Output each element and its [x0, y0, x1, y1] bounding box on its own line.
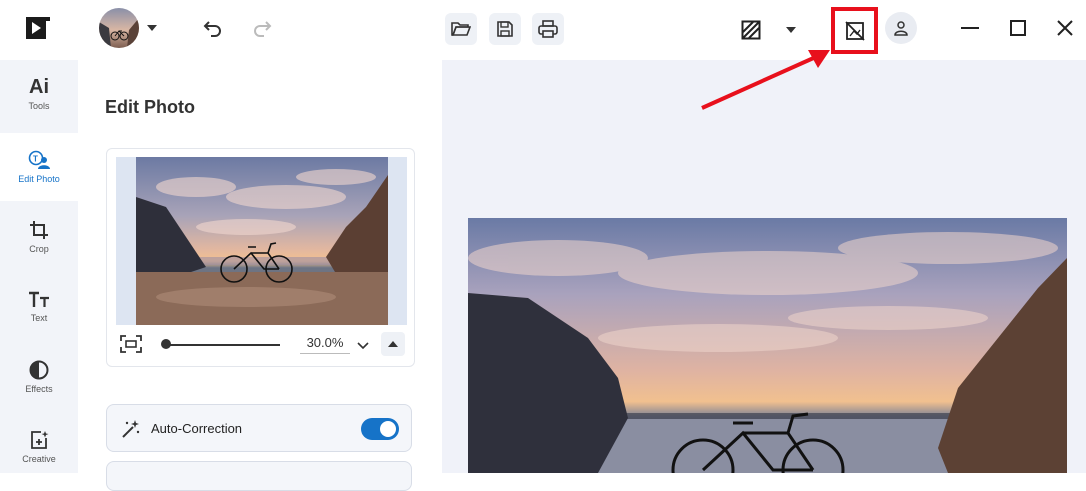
zoom-value[interactable]: 30.0% — [300, 335, 350, 354]
rail-item-label: Effects — [25, 384, 53, 394]
ai-icon: Ai — [29, 76, 49, 98]
auto-correction-toggle[interactable] — [361, 418, 399, 440]
user-icon[interactable] — [885, 12, 917, 44]
rail-item-label: Edit Photo — [18, 174, 60, 184]
rail-item-tools[interactable]: Ai Tools — [0, 60, 78, 128]
effects-icon — [29, 360, 49, 380]
annotation-arrow — [701, 50, 830, 110]
rail-item-edit-photo[interactable]: T Edit Photo — [0, 133, 78, 201]
collapse-navigator-button[interactable] — [381, 332, 405, 356]
text-icon — [29, 291, 49, 307]
rail-item-creative[interactable]: Creative — [0, 413, 78, 481]
next-adjustment-row[interactable] — [106, 461, 412, 491]
avatar — [99, 8, 139, 48]
photo-canvas — [442, 60, 1086, 473]
edit-photo-icon: T — [28, 150, 50, 169]
hide-original-icon — [844, 20, 865, 41]
magic-wand-icon — [121, 419, 141, 439]
chevron-down-icon[interactable] — [782, 20, 800, 40]
creative-icon — [31, 431, 49, 449]
panel-title: Edit Photo — [105, 97, 195, 117]
minimize-icon[interactable] — [956, 14, 984, 42]
rail-item-text[interactable]: Text — [0, 273, 78, 341]
close-icon[interactable] — [1051, 14, 1079, 42]
redo-icon[interactable] — [248, 14, 276, 42]
edited-photo[interactable] — [468, 218, 1067, 473]
maximize-icon[interactable] — [1004, 14, 1032, 42]
chevron-down-icon — [147, 25, 157, 31]
chevron-down-icon[interactable] — [357, 337, 371, 351]
rail-item-label: Crop — [29, 244, 49, 254]
fit-to-screen-icon[interactable] — [120, 335, 144, 357]
rail-item-label: Creative — [22, 454, 56, 464]
navigator-background — [116, 157, 407, 325]
print-icon[interactable] — [532, 13, 564, 45]
crop-icon — [30, 221, 48, 239]
auto-correction-label: Auto-Correction — [151, 421, 243, 436]
toggle-knob — [380, 421, 396, 437]
zoom-slider-handle[interactable] — [161, 339, 171, 349]
undo-icon[interactable] — [199, 14, 227, 42]
triangle-up-icon — [388, 341, 398, 347]
navigator-thumbnail[interactable] — [136, 157, 388, 325]
edit-photo-panel: Edit Photo 30.0% Auto-Correction — [80, 60, 442, 491]
zoom-slider-track[interactable] — [164, 344, 280, 346]
rail-item-label: Text — [30, 313, 48, 323]
navigator-card: 30.0% — [106, 148, 415, 367]
auto-correction-row[interactable]: Auto-Correction — [106, 404, 412, 452]
rail-item-label: Tools — [28, 101, 50, 111]
open-folder-icon[interactable] — [445, 13, 477, 45]
svg-text:T: T — [33, 155, 38, 164]
tool-rail: Ai Tools T Edit Photo Crop Text Effects … — [0, 60, 78, 473]
title-bar — [0, 0, 1086, 60]
save-icon[interactable] — [489, 13, 521, 45]
rail-item-effects[interactable]: Effects — [0, 343, 78, 411]
account-switcher[interactable] — [95, 8, 161, 48]
rail-item-crop[interactable]: Crop — [0, 203, 78, 271]
video-play-logo-icon — [24, 14, 52, 42]
